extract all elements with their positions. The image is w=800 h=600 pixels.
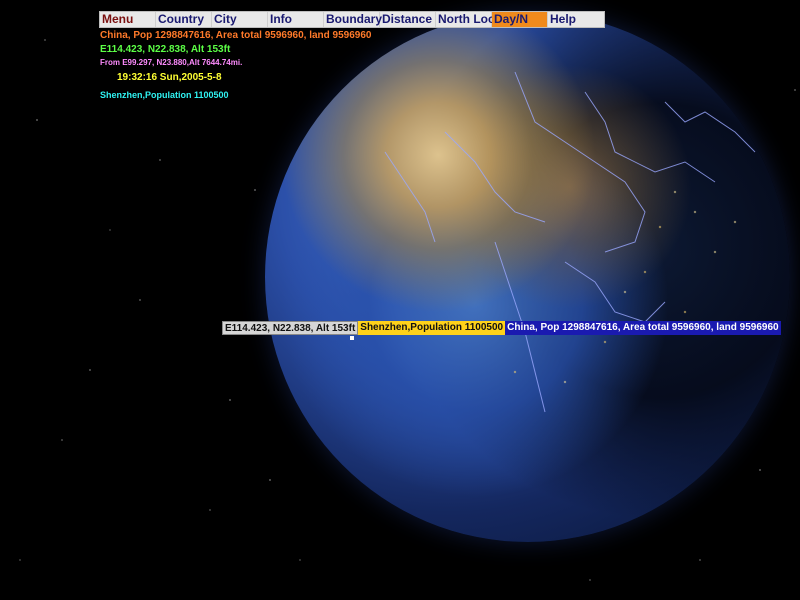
menu-button[interactable]: Menu: [100, 12, 156, 27]
day-night-button[interactable]: Day/N: [492, 12, 548, 27]
boundary-line: [444, 131, 546, 223]
tooltip-country: China, Pop 1298847616, Area total 959696…: [505, 321, 781, 335]
boundary-line: [664, 101, 756, 153]
earth-globe[interactable]: [265, 12, 790, 542]
distance-button[interactable]: Distance: [380, 12, 436, 27]
menu-bar: Menu Country City Info Boundary Distance…: [99, 11, 605, 28]
help-button[interactable]: Help: [548, 12, 604, 27]
time-date-text: 19:32:16 Sun,2005-5-8: [117, 72, 222, 83]
boundary-button[interactable]: Boundary: [324, 12, 382, 27]
boundary-line: [564, 261, 666, 323]
location-marker: [350, 336, 354, 340]
city-button[interactable]: City: [212, 12, 268, 27]
info-button[interactable]: Info: [268, 12, 324, 27]
pointer-tooltip: E114.423, N22.838, Alt 153ft Shenzhen,Po…: [222, 321, 781, 335]
country-info-text: China, Pop 1298847616, Area total 959696…: [100, 30, 372, 41]
boundary-lines: [384, 71, 756, 413]
north-lock-button[interactable]: North Lock: [436, 12, 501, 27]
from-position-text: From E99.297, N23.880,Alt 7644.74mi.: [100, 58, 243, 67]
tooltip-coordinates: E114.423, N22.838, Alt 153ft: [222, 321, 359, 335]
coordinates-text: E114.423, N22.838, Alt 153ft: [100, 44, 231, 55]
tooltip-city: Shenzhen,Population 1100500: [358, 321, 506, 335]
city-info-text: Shenzhen,Population 1100500: [100, 90, 229, 100]
boundary-line: [514, 71, 646, 253]
boundary-line: [384, 151, 436, 243]
country-button[interactable]: Country: [156, 12, 212, 27]
